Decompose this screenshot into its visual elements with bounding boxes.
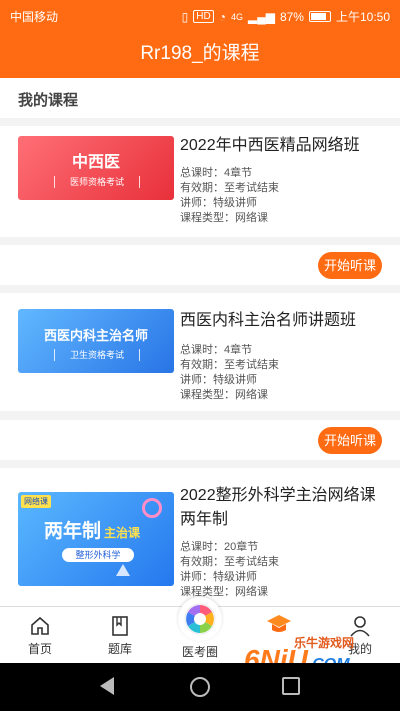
course-teacher: 讲师：特级讲师 [180, 197, 257, 209]
tab-label: 首页 [27, 642, 52, 656]
aperture-icon [178, 597, 222, 641]
start-class-button[interactable]: 开始听课 [318, 252, 382, 279]
signal-icon: ▂▄▆ [247, 9, 275, 24]
section-title: 我的课程 [18, 92, 79, 109]
course-hours: 总课时：20章节 [180, 541, 259, 553]
course-hours: 总课时：4章节 [180, 167, 253, 179]
thumbnail-subtitle: 医师资格考试 [54, 176, 140, 188]
tab-label: 医考圈 [181, 645, 218, 659]
thumbnail-subtitle: 卫生资格考试 [54, 349, 140, 361]
course-teacher: 讲师：特级讲师 [180, 374, 257, 386]
carrier-name: 中国移动 [10, 10, 59, 24]
course-type: 课程类型：网络课 [180, 212, 268, 224]
system-nav-bar [0, 663, 400, 711]
clock: 上午10:50 [335, 10, 390, 24]
battery-icon [308, 11, 331, 22]
course-teacher: 讲师：特级讲师 [180, 571, 257, 583]
course-meta: 总课时：4章节 有效期：至考试结束 讲师：特级讲师 课程类型：网络课 [180, 166, 279, 226]
course-title: 西医内科主治名师讲题班 [180, 312, 357, 329]
tab-label: 题库 [107, 642, 132, 656]
course-hours: 总课时：4章节 [180, 344, 253, 356]
course-validity: 有效期：至考试结束 [180, 182, 279, 194]
course-card[interactable]: 中西医 医师资格考试 2022年中西医精品网络班 总课时：4章节 有效期：至考试… [0, 126, 400, 237]
home-circle-icon[interactable] [190, 677, 210, 697]
course-meta: 总课时：20章节 有效期：至考试结束 讲师：特级讲师 课程类型：网络课 [180, 540, 279, 600]
wifi-icon: ◔ [218, 9, 226, 24]
book-icon [109, 615, 131, 637]
vibrate-icon: ▯ [181, 9, 189, 24]
thumbnail-badge: 网络课 [21, 495, 51, 508]
tab-community[interactable]: 医考圈 [170, 597, 230, 660]
decor-ring-icon [142, 498, 162, 518]
tab-question-bank[interactable]: 题库 [90, 615, 150, 657]
thumbnail-title: 两年制 主治课 [44, 516, 140, 543]
course-action-row: 开始听课 [0, 420, 400, 460]
status-right: ▯ HD ◔ 4G ▂▄▆ 87% 上午10:50 [182, 8, 390, 25]
network-type: 4G [230, 11, 243, 22]
section-header: 我的课程 [0, 78, 400, 118]
course-card[interactable]: 西医内科主治名师 卫生资格考试 西医内科主治名师讲题班 总课时：4章节 有效期：… [0, 293, 400, 411]
course-thumbnail: 西医内科主治名师 卫生资格考试 [18, 309, 174, 373]
course-title: 2022年中西医精品网络班 [180, 137, 360, 154]
course-meta: 总课时：4章节 有效期：至考试结束 讲师：特级讲师 课程类型：网络课 [180, 343, 279, 403]
battery-percent: 87% [279, 9, 304, 24]
page-title: Rr198_的课程 [0, 30, 400, 78]
recents-icon[interactable] [282, 677, 300, 695]
course-validity: 有效期：至考试结束 [180, 359, 279, 371]
thumbnail-title-main: 两年制 [44, 521, 102, 542]
status-bar: 中国移动 ▯ HD ◔ 4G ▂▄▆ 87% 上午10:50 [0, 0, 400, 30]
back-icon[interactable] [100, 677, 114, 695]
thumbnail-title-accent: 主治课 [104, 526, 141, 540]
course-thumbnail: 网络课 两年制 主治课 整形外科学 [18, 492, 174, 586]
course-thumbnail: 中西医 医师资格考试 [18, 136, 174, 200]
course-validity: 有效期：至考试结束 [180, 556, 279, 568]
thumbnail-subtitle: 整形外科学 [62, 548, 134, 562]
thumbnail-title: 中西医 [71, 154, 120, 171]
course-action-row: 开始听课 [0, 245, 400, 285]
start-class-button[interactable]: 开始听课 [318, 427, 382, 454]
course-type: 课程类型：网络课 [180, 389, 268, 401]
tab-home[interactable]: 首页 [10, 615, 70, 657]
decor-triangle-icon [116, 564, 130, 576]
course-title: 2022整形外科学主治网络课两年制 [180, 487, 376, 528]
hd-badge: HD [193, 10, 214, 23]
thumbnail-title: 西医内科主治名师 [43, 328, 148, 343]
course-card[interactable]: 网络课 两年制 主治课 整形外科学 2022整形外科学主治网络课两年制 总课时：2… [0, 468, 400, 606]
home-icon [29, 615, 51, 637]
